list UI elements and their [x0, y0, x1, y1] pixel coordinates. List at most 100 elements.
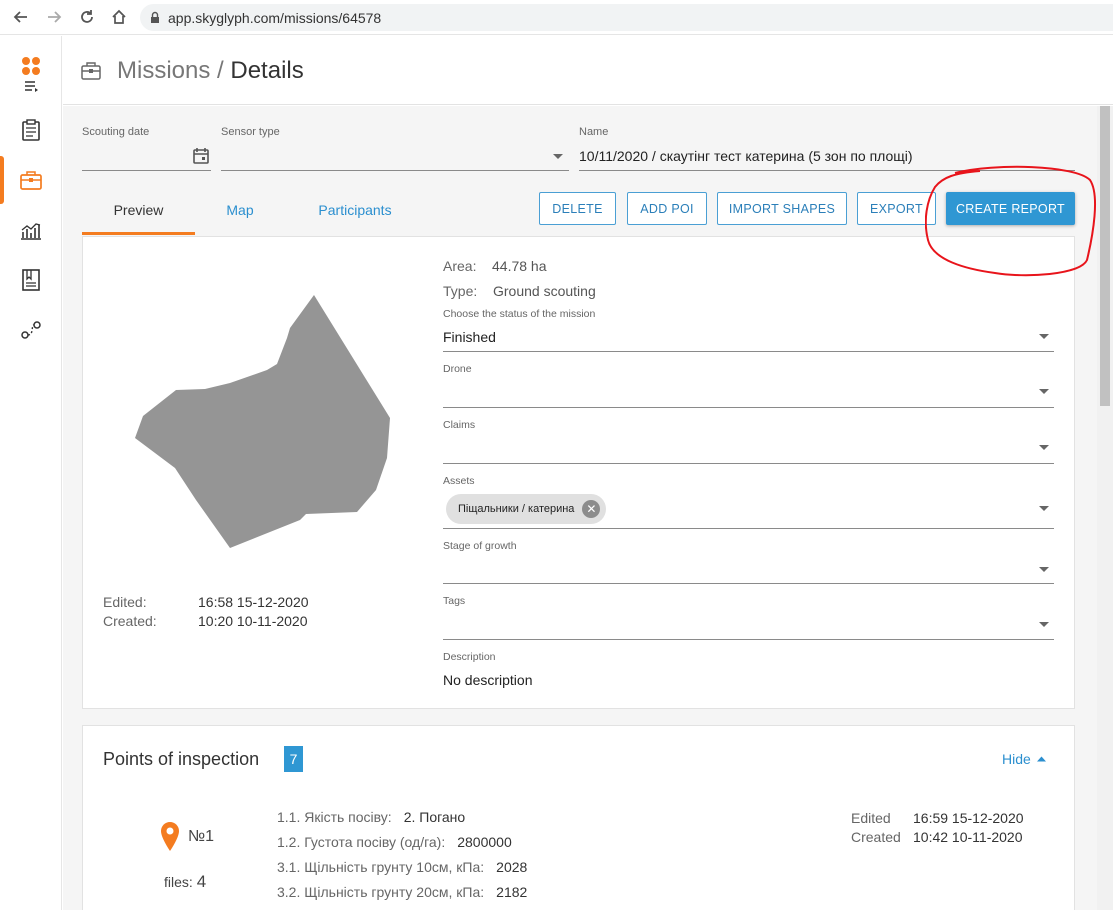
drone-underline: [443, 407, 1054, 408]
home-icon: [112, 9, 126, 24]
claims-underline: [443, 463, 1054, 464]
type-value: Ground scouting: [493, 283, 596, 299]
scrollbar-thumb[interactable]: [1100, 106, 1110, 406]
hide-label: Hide: [1002, 751, 1031, 767]
scouting-date-label: Scouting date: [82, 126, 150, 138]
map-pin-icon: [161, 822, 179, 851]
created-label: Created:: [103, 613, 157, 629]
sidebar-item-routes[interactable]: [0, 306, 62, 354]
area-label: Area:: [443, 258, 477, 274]
menu-icon: [25, 81, 38, 92]
page-title: Details: [230, 57, 304, 84]
poi-files-label: files:: [164, 874, 193, 890]
hide-points-button[interactable]: Hide: [1002, 751, 1046, 767]
breadcrumb-missions[interactable]: Missions: [117, 57, 210, 84]
import-shapes-button[interactable]: IMPORT SHAPES: [717, 192, 847, 225]
briefcase-icon: [81, 62, 101, 80]
description-label: Description: [443, 651, 496, 663]
scouting-date-underline: [82, 170, 211, 171]
poi-edited-value: 16:59 15-12-2020: [913, 810, 1024, 826]
drone-label: Drone: [443, 363, 472, 375]
tab-preview[interactable]: Preview: [82, 195, 195, 235]
export-button[interactable]: EXPORT: [857, 192, 936, 225]
poi-number[interactable]: №1: [188, 828, 214, 846]
poi-attribute-label: 1.2. Густота посіву (од/га):: [277, 834, 446, 850]
create-report-button[interactable]: CREATE REPORT: [946, 192, 1075, 225]
points-title: Points of inspection: [103, 749, 260, 769]
breadcrumb: Missions / Details: [117, 57, 304, 85]
page-scrollbar[interactable]: [1097, 106, 1113, 910]
assets-underline: [443, 528, 1054, 529]
document-icon: [22, 269, 40, 291]
name-underline: [579, 170, 1075, 171]
poi-attribute-value: 2028: [496, 859, 528, 875]
reload-button[interactable]: [76, 6, 98, 28]
area-value: 44.78 ha: [492, 258, 547, 274]
status-select[interactable]: Finished: [443, 329, 496, 345]
tags-label: Tags: [443, 595, 466, 607]
chart-icon: [21, 223, 41, 240]
poi-attribute-row: 1.1. Якість посіву: 2. Погано: [277, 809, 465, 825]
sidebar-item-reports[interactable]: [0, 256, 62, 304]
poi-attribute-label: 1.1. Якість посіву:: [277, 809, 392, 825]
edited-label: Edited:: [103, 594, 147, 610]
stage-dropdown-icon[interactable]: [1039, 567, 1049, 572]
sidebar-item-missions[interactable]: [0, 156, 62, 204]
route-icon: [21, 321, 41, 339]
poi-attribute-label: 3.2. Щільність грунту 20см, кПа:: [277, 884, 485, 900]
asset-chip: Піщальники / катерина ✕: [446, 494, 607, 524]
calendar-icon[interactable]: [192, 147, 210, 165]
tags-underline: [443, 639, 1054, 640]
sidebar: [0, 36, 62, 910]
poi-attribute-row: 3.1. Щільність грунту 10см, кПа: 2028: [277, 859, 527, 875]
poi-files-count: 4: [196, 872, 207, 891]
sidebar-item-analytics[interactable]: [0, 206, 62, 254]
tab-map[interactable]: Map: [195, 195, 285, 235]
page-header: Missions / Details: [63, 36, 1113, 105]
reload-icon: [81, 10, 93, 23]
field-shape-preview: [135, 295, 390, 548]
sidebar-item-tasks[interactable]: [0, 106, 62, 154]
tab-participants[interactable]: Participants: [285, 195, 425, 235]
poi-attribute-value: 2182: [496, 884, 528, 900]
description-value[interactable]: No description: [443, 672, 533, 688]
assets-label: Assets: [443, 475, 475, 487]
stage-label: Stage of growth: [443, 540, 517, 552]
stage-underline: [443, 583, 1054, 584]
claims-label: Claims: [443, 419, 476, 431]
poi-attribute-value: 2800000: [457, 834, 512, 850]
poi-attribute-label: 3.1. Щільність грунту 10см, кПа:: [277, 859, 485, 875]
chip-remove-icon[interactable]: ✕: [582, 500, 601, 518]
back-button[interactable]: [10, 6, 32, 28]
status-label: Choose the status of the mission: [443, 308, 596, 320]
poi-attribute-row: 3.2. Щільність грунту 20см, кПа: 2182: [277, 884, 527, 900]
home-button[interactable]: [108, 6, 130, 28]
poi-created-label: Created: [851, 829, 901, 845]
assets-dropdown-icon[interactable]: [1039, 506, 1049, 511]
status-underline: [443, 351, 1054, 352]
sensor-type-underline: [221, 170, 569, 171]
url-text: app.skyglyph.com/missions/64578: [168, 9, 382, 26]
menu-toggle[interactable]: [0, 66, 62, 106]
poi-attribute-row: 1.2. Густота посіву (од/га): 2800000: [277, 834, 512, 850]
caret-up-icon: [1036, 756, 1046, 762]
type-label: Type:: [443, 283, 478, 299]
asset-chip-label: Піщальники / катерина: [458, 503, 575, 515]
arrow-right-icon: [48, 11, 62, 23]
address-bar[interactable]: app.skyglyph.com/missions/64578: [140, 4, 1113, 31]
add-poi-button[interactable]: ADD POI: [627, 192, 707, 225]
forward-button[interactable]: [43, 6, 65, 28]
status-dropdown-icon[interactable]: [1039, 334, 1049, 339]
browser-toolbar: app.skyglyph.com/missions/64578: [0, 0, 1113, 35]
points-count-badge: 7: [284, 746, 303, 772]
briefcase-icon: [20, 171, 42, 190]
name-input[interactable]: 10/11/2020 / скаутінг тест катерина (5 з…: [579, 148, 913, 164]
poi-created-value: 10:42 10-11-2020: [913, 829, 1023, 845]
poi-files: files: 4: [164, 872, 206, 892]
drone-dropdown-icon[interactable]: [1039, 389, 1049, 394]
sensor-type-dropdown-icon[interactable]: [553, 154, 563, 159]
claims-dropdown-icon[interactable]: [1039, 445, 1049, 450]
name-label: Name: [579, 126, 609, 138]
delete-button[interactable]: DELETE: [539, 192, 616, 225]
tags-dropdown-icon[interactable]: [1039, 622, 1049, 627]
